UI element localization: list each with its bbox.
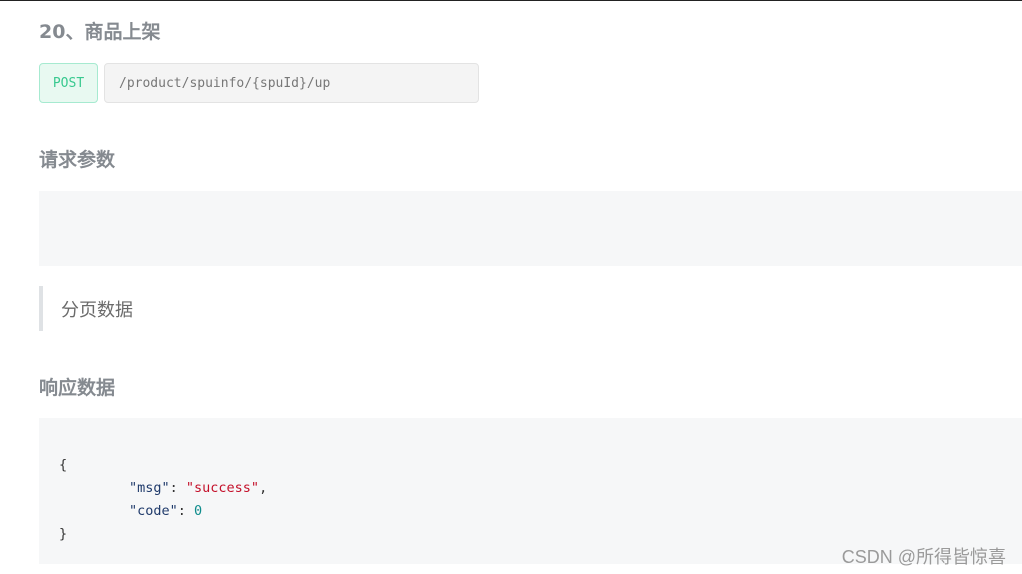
request-note-blockquote: 分页数据 — [39, 286, 133, 331]
json-sep: : — [177, 503, 195, 519]
json-trail: , — [259, 480, 268, 496]
code-line-msg: "msg": "success", — [59, 477, 1022, 500]
json-key: "code" — [129, 503, 178, 519]
json-string-value: "success" — [185, 480, 260, 496]
endpoint-url[interactable]: /product/spuinfo/{spuId}/up — [104, 63, 479, 103]
code-line-code: "code": 0 — [59, 500, 1022, 523]
request-note: 分页数据 — [61, 299, 133, 321]
api-title: 20、商品上架 — [39, 21, 161, 43]
json-key: "msg" — [129, 480, 170, 496]
response-data-title: 响应数据 — [39, 377, 116, 399]
json-sep: : — [169, 480, 186, 496]
request-params-title: 请求参数 — [39, 149, 116, 171]
csdn-watermark: CSDN @所得皆惊喜 — [841, 547, 1006, 567]
json-number-value: 0 — [194, 503, 203, 519]
method-badge: POST — [39, 63, 98, 103]
code-open-brace: { — [59, 457, 68, 473]
request-params-code-block — [39, 191, 1022, 266]
top-border — [0, 0, 1022, 1]
